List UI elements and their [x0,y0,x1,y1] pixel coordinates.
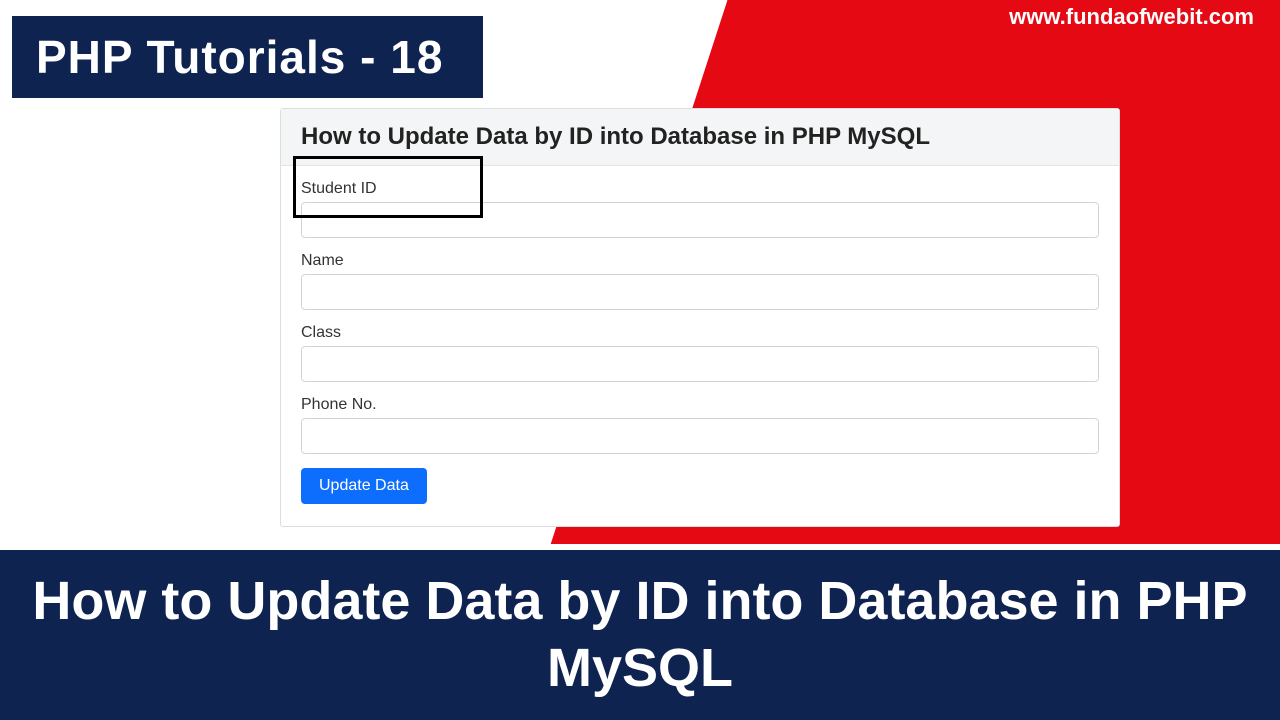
field-student-id: Student ID [301,180,1099,238]
student-id-input[interactable] [301,202,1099,238]
field-class: Class [301,324,1099,382]
class-input[interactable] [301,346,1099,382]
name-input[interactable] [301,274,1099,310]
form-card: How to Update Data by ID into Database i… [280,108,1120,527]
site-url: www.fundaofwebit.com [1009,4,1254,30]
student-id-label: Student ID [301,180,1099,198]
card-title: How to Update Data by ID into Database i… [281,109,1119,166]
name-label: Name [301,252,1099,270]
top-ribbon-text: PHP Tutorials - 18 [36,31,443,83]
phone-input[interactable] [301,418,1099,454]
phone-label: Phone No. [301,396,1099,414]
card-body: Student ID Name Class Phone No. Update D… [281,166,1119,526]
top-ribbon: PHP Tutorials - 18 [8,12,487,102]
field-name: Name [301,252,1099,310]
bottom-title-bar: How to Update Data by ID into Database i… [0,544,1280,720]
update-button[interactable]: Update Data [301,468,427,504]
bottom-title-text: How to Update Data by ID into Database i… [0,568,1280,703]
field-phone: Phone No. [301,396,1099,454]
class-label: Class [301,324,1099,342]
